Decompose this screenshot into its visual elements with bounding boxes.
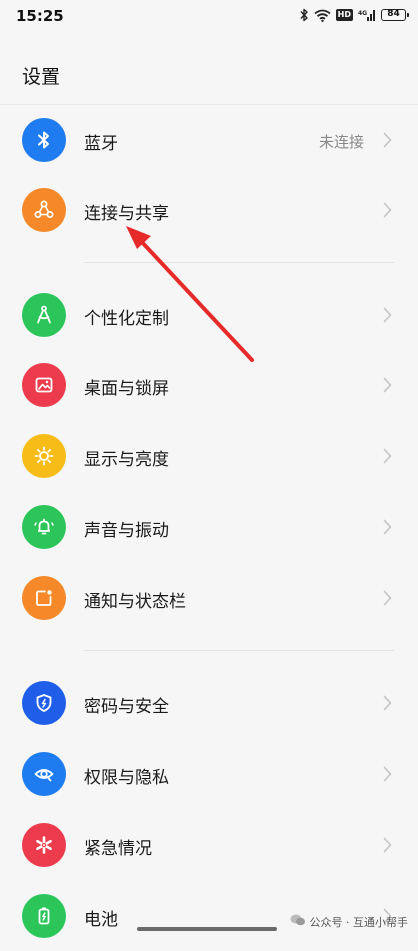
- settings-item-emergency[interactable]: 紧急情况: [0, 810, 418, 880]
- battery-status-icon: 84: [381, 9, 409, 21]
- bell-vibrate-icon: [22, 505, 66, 549]
- settings-item-personalization[interactable]: 个性化定制: [0, 280, 418, 350]
- status-bar: 15:25 HD 4G 84: [0, 0, 418, 34]
- status-time: 15:25: [16, 7, 64, 25]
- settings-item-label: 声音与振动: [84, 521, 169, 541]
- page-title: 设置: [22, 66, 61, 88]
- settings-item-label: 连接与共享: [84, 204, 169, 224]
- chevron-right-icon: [383, 377, 392, 397]
- settings-item-notifications-status-bar[interactable]: 通知与状态栏: [0, 563, 418, 633]
- settings-item-sound-vibration[interactable]: 声音与振动: [0, 492, 418, 562]
- chevron-right-icon: [383, 766, 392, 786]
- settings-item-label: 蓝牙: [84, 134, 118, 154]
- shield-icon: [22, 681, 66, 725]
- bluetooth-icon: [22, 118, 66, 162]
- settings-item-label: 桌面与锁屏: [84, 379, 169, 399]
- signal-icon: 4G: [358, 9, 376, 21]
- settings-item-label: 紧急情况: [84, 839, 152, 859]
- watermark-text: 公众号 · 互通小帮手: [309, 915, 409, 929]
- picture-icon: [22, 363, 66, 407]
- settings-item-label: 权限与隐私: [84, 768, 169, 788]
- notification-icon: [22, 576, 66, 620]
- emergency-icon: [22, 823, 66, 867]
- sun-icon: [22, 434, 66, 478]
- compass-draw-icon: [22, 293, 66, 337]
- settings-item-label: 通知与状态栏: [84, 592, 186, 612]
- settings-item-home-lock-screen[interactable]: 桌面与锁屏: [0, 350, 418, 420]
- section-divider: [84, 262, 394, 263]
- chevron-right-icon: [383, 307, 392, 327]
- chevron-right-icon: [383, 519, 392, 539]
- battery-icon: [22, 894, 66, 938]
- settings-item-label: 密码与安全: [84, 697, 169, 717]
- section-divider: [84, 650, 394, 651]
- eye-privacy-icon: [22, 752, 66, 796]
- share-nodes-icon: [22, 188, 66, 232]
- settings-item-password-security[interactable]: 密码与安全: [0, 668, 418, 738]
- home-indicator[interactable]: [137, 927, 277, 931]
- chevron-right-icon: [383, 132, 392, 152]
- bluetooth-status-value: 未连接: [318, 133, 364, 151]
- wechat-icon: [290, 913, 306, 930]
- chevron-right-icon: [383, 448, 392, 468]
- chevron-right-icon: [383, 590, 392, 610]
- settings-item-bluetooth[interactable]: 蓝牙 未连接: [0, 105, 418, 175]
- settings-item-label: 个性化定制: [84, 309, 169, 329]
- settings-item-permissions-privacy[interactable]: 权限与隐私: [0, 739, 418, 809]
- settings-item-label: 显示与亮度: [84, 450, 169, 470]
- settings-item-label: 电池: [84, 910, 118, 930]
- chevron-right-icon: [383, 202, 392, 222]
- chevron-right-icon: [383, 837, 392, 857]
- svg-text:4G: 4G: [358, 10, 367, 17]
- settings-item-display-brightness[interactable]: 显示与亮度: [0, 421, 418, 491]
- hd-badge: HD: [335, 9, 353, 21]
- settings-item-connection-sharing[interactable]: 连接与共享: [0, 175, 418, 245]
- bluetooth-status-icon: [299, 8, 309, 22]
- wifi-icon: [314, 9, 331, 22]
- status-icons: HD 4G 84: [299, 8, 409, 22]
- chevron-right-icon: [383, 695, 392, 715]
- watermark: 公众号 · 互通小帮手: [290, 913, 409, 930]
